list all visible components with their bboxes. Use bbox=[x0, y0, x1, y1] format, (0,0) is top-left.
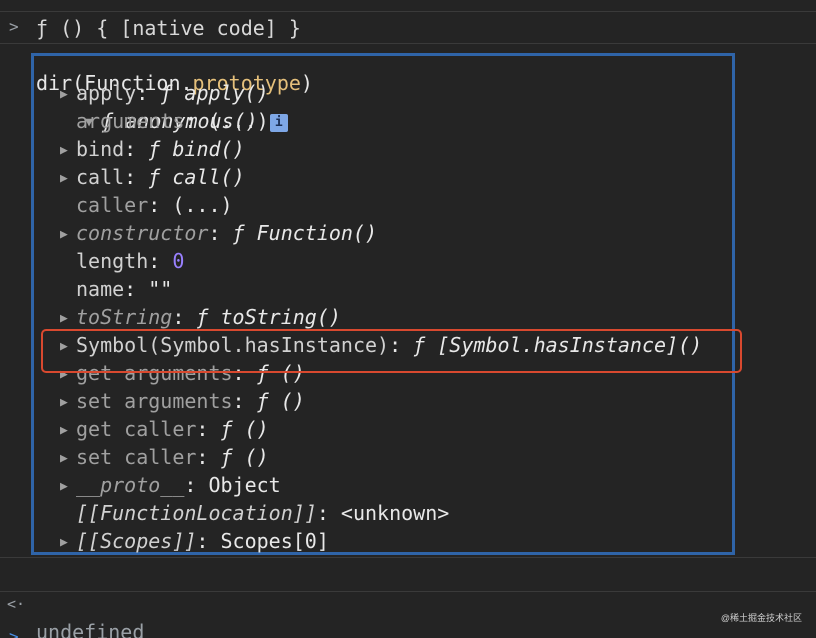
expand-arrow-icon[interactable]: ▶ bbox=[60, 137, 76, 165]
function-symbol: ƒ bbox=[256, 389, 281, 413]
property-row[interactable]: ▶ set arguments: ƒ () bbox=[60, 387, 305, 415]
property-separator: : bbox=[232, 389, 257, 413]
separator bbox=[0, 11, 816, 12]
function-symbol: ƒ bbox=[148, 137, 173, 161]
expand-arrow-icon[interactable]: ▶ bbox=[60, 221, 76, 249]
property-value: (...) bbox=[172, 193, 233, 217]
console-result-line: <· undefined bbox=[0, 562, 816, 638]
property-key: call bbox=[76, 165, 125, 189]
expand-arrow-icon[interactable]: ▶ bbox=[60, 473, 76, 501]
property-row[interactable]: ▶ apply: ƒ apply() bbox=[60, 79, 269, 107]
input-prompt-icon: > bbox=[9, 627, 19, 638]
property-key: name bbox=[76, 277, 125, 301]
function-symbol: ƒ bbox=[220, 445, 245, 469]
property-key: set caller bbox=[76, 445, 197, 469]
property-separator: : bbox=[316, 501, 341, 525]
property-row[interactable]: ▶ __proto__: Object bbox=[60, 471, 281, 499]
property-row[interactable]: ▶ toString: ƒ toString() bbox=[60, 303, 341, 331]
property-value: <unknown> bbox=[340, 501, 450, 525]
property-value: Function() bbox=[256, 221, 378, 245]
console-prompt-line[interactable]: > bbox=[0, 595, 816, 638]
expand-arrow-icon[interactable]: ▶ bbox=[60, 81, 76, 109]
separator bbox=[0, 591, 816, 592]
property-value: toString() bbox=[220, 305, 341, 329]
property-key: [[FunctionLocation]] bbox=[76, 501, 317, 525]
property-row[interactable]: caller: (...) bbox=[60, 191, 233, 219]
separator bbox=[0, 43, 816, 44]
property-value: () bbox=[244, 417, 269, 441]
property-key: toString bbox=[76, 305, 173, 329]
property-row[interactable]: ▶ call: ƒ call() bbox=[60, 163, 245, 191]
function-symbol: ƒ bbox=[160, 81, 185, 105]
property-separator: : bbox=[208, 221, 233, 245]
property-separator: : bbox=[172, 305, 197, 329]
property-key: get caller bbox=[76, 417, 197, 441]
property-value: Object bbox=[208, 473, 281, 497]
property-key: [[Scopes]] bbox=[76, 529, 197, 553]
property-separator: : bbox=[184, 473, 209, 497]
property-key: length bbox=[76, 249, 149, 273]
property-value: 0 bbox=[172, 249, 185, 273]
property-separator: : bbox=[196, 417, 221, 441]
object-root[interactable]: ▼ ƒ anonymous() i bbox=[0, 51, 816, 133]
property-separator: : bbox=[124, 165, 149, 189]
function-symbol: ƒ bbox=[148, 165, 173, 189]
property-separator: : bbox=[148, 249, 173, 273]
property-row[interactable]: [[FunctionLocation]]: <unknown> bbox=[60, 499, 449, 527]
property-row[interactable]: ▶ set caller: ƒ () bbox=[60, 443, 269, 471]
property-value: "" bbox=[148, 277, 173, 301]
property-row[interactable]: name: "" bbox=[60, 275, 172, 303]
expand-arrow-icon[interactable]: ▶ bbox=[60, 417, 76, 445]
property-key: caller bbox=[76, 193, 149, 217]
property-separator: : bbox=[136, 81, 161, 105]
property-key: __proto__ bbox=[76, 473, 185, 497]
property-value: apply() bbox=[184, 81, 269, 105]
property-value: bind() bbox=[172, 137, 245, 161]
property-key: arguments bbox=[76, 109, 185, 133]
property-key: bind bbox=[76, 137, 125, 161]
input-prompt-icon: > bbox=[9, 17, 19, 36]
function-symbol: ƒ bbox=[220, 417, 245, 441]
info-icon[interactable]: i bbox=[269, 114, 288, 132]
function-symbol: ƒ bbox=[232, 221, 257, 245]
property-separator: : bbox=[124, 277, 149, 301]
property-value: (...) bbox=[208, 109, 269, 133]
property-row[interactable]: length: 0 bbox=[60, 247, 184, 275]
property-row[interactable]: ▶ get caller: ƒ () bbox=[60, 415, 269, 443]
property-value: call() bbox=[172, 165, 245, 189]
property-value: Scopes[0] bbox=[220, 529, 329, 553]
property-row[interactable]: ▶ [[Scopes]]: Scopes[0] bbox=[60, 527, 329, 555]
property-key: apply bbox=[76, 81, 137, 105]
expand-arrow-icon[interactable]: ▶ bbox=[60, 389, 76, 417]
function-symbol: ƒ bbox=[196, 305, 221, 329]
property-separator: : bbox=[184, 109, 209, 133]
property-row[interactable]: arguments: (...) bbox=[60, 107, 269, 135]
expand-arrow-icon[interactable]: ▶ bbox=[60, 529, 76, 557]
property-separator: : bbox=[124, 137, 149, 161]
property-separator: : bbox=[196, 445, 221, 469]
property-value: () bbox=[280, 389, 305, 413]
property-key: constructor bbox=[76, 221, 209, 245]
console-input-line[interactable]: > dir(Function.prototype) bbox=[0, 13, 816, 95]
property-separator: : bbox=[196, 529, 221, 553]
property-row[interactable]: ▶ constructor: ƒ Function() bbox=[60, 219, 377, 247]
watermark: @稀土掘金技术社区 bbox=[720, 613, 802, 623]
separator bbox=[0, 557, 816, 558]
expand-arrow-icon[interactable]: ▶ bbox=[60, 165, 76, 193]
property-row[interactable]: ▶ bind: ƒ bind() bbox=[60, 135, 245, 163]
emphasis-box bbox=[41, 329, 742, 373]
property-value: () bbox=[244, 445, 269, 469]
property-key: set arguments bbox=[76, 389, 233, 413]
property-separator: : bbox=[148, 193, 173, 217]
expand-arrow-icon[interactable]: ▶ bbox=[60, 445, 76, 473]
